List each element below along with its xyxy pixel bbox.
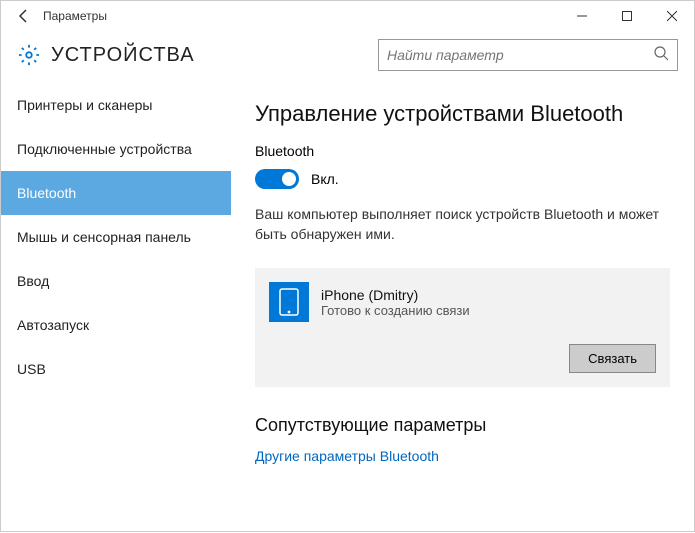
sidebar: Принтеры и сканеры Подключенные устройст… xyxy=(1,83,231,533)
back-button[interactable] xyxy=(9,1,39,31)
sidebar-item-typing[interactable]: Ввод xyxy=(1,259,231,303)
sidebar-item-usb[interactable]: USB xyxy=(1,347,231,391)
search-box[interactable] xyxy=(378,39,678,71)
window-title: Параметры xyxy=(43,9,559,23)
toggle-label: Bluetooth xyxy=(255,143,670,159)
search-icon xyxy=(653,45,669,66)
bluetooth-description: Ваш компьютер выполняет поиск устройств … xyxy=(255,205,670,244)
main-content: Управление устройствами Bluetooth Blueto… xyxy=(231,83,694,533)
connect-button[interactable]: Связать xyxy=(569,344,656,373)
minimize-button[interactable] xyxy=(559,1,604,31)
toggle-state-text: Вкл. xyxy=(311,171,339,187)
titlebar: Параметры xyxy=(1,1,694,31)
device-card[interactable]: iPhone (Dmitry) Готово к созданию связи … xyxy=(255,268,670,387)
sidebar-item-bluetooth[interactable]: Bluetooth xyxy=(1,171,231,215)
bluetooth-toggle[interactable] xyxy=(255,169,299,189)
device-status: Готово к созданию связи xyxy=(321,303,470,318)
device-name: iPhone (Dmitry) xyxy=(321,287,470,303)
window-controls xyxy=(559,1,694,31)
sidebar-item-autoplay[interactable]: Автозапуск xyxy=(1,303,231,347)
sidebar-item-mouse[interactable]: Мышь и сенсорная панель xyxy=(1,215,231,259)
gear-icon xyxy=(17,43,41,67)
sidebar-item-printers[interactable]: Принтеры и сканеры xyxy=(1,83,231,127)
phone-icon xyxy=(269,282,309,322)
search-input[interactable] xyxy=(387,47,653,63)
maximize-button[interactable] xyxy=(604,1,649,31)
related-settings-title: Сопутствующие параметры xyxy=(255,415,670,436)
header: УСТРОЙСТВА xyxy=(1,31,694,83)
sidebar-item-connected-devices[interactable]: Подключенные устройства xyxy=(1,127,231,171)
close-button[interactable] xyxy=(649,1,694,31)
more-bluetooth-link[interactable]: Другие параметры Bluetooth xyxy=(255,448,670,464)
page-title: УСТРОЙСТВА xyxy=(51,44,195,67)
section-title: Управление устройствами Bluetooth xyxy=(255,101,670,127)
